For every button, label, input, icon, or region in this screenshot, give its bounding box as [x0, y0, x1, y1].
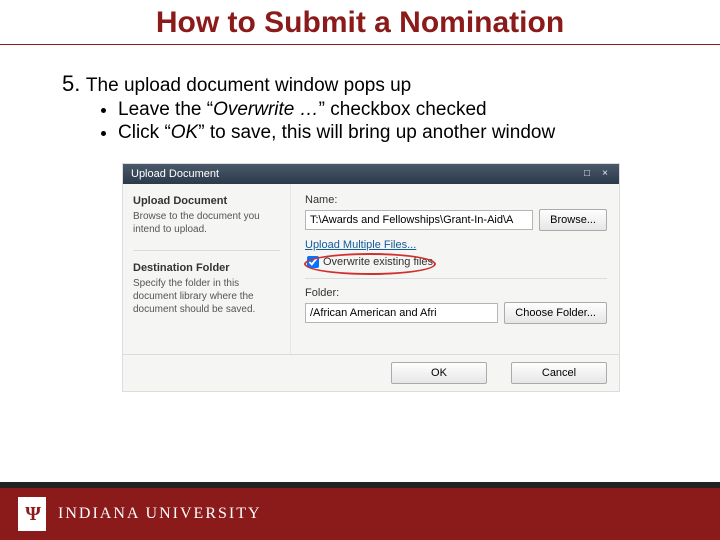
dialog-titlebar: Upload Document □ × [123, 164, 619, 184]
bullet-item: Click “OK” to save, this will bring up a… [118, 122, 680, 145]
folder-row: Choose Folder... [305, 302, 607, 324]
step-text: The upload document window pops up [86, 75, 411, 96]
upload-multiple-row: Upload Multiple Files... [305, 239, 607, 251]
name-row: Browse... [305, 209, 607, 231]
close-icon[interactable]: × [599, 168, 611, 179]
sidebar-heading: Destination Folder [133, 261, 280, 275]
dialog-main-pane: Name: Browse... Upload Multiple Files...… [291, 184, 619, 354]
step-line: 5. The upload document window pops up [62, 71, 680, 97]
sidebar-heading: Upload Document [133, 194, 280, 208]
overwrite-checkbox[interactable] [307, 256, 319, 268]
browse-button[interactable]: Browse... [539, 209, 607, 231]
folder-label: Folder: [305, 287, 607, 299]
dialog-sidebar: Upload Document Browse to the document y… [123, 184, 291, 354]
university-name: INDIANA UNIVERSITY [58, 505, 262, 523]
name-input[interactable] [305, 210, 533, 230]
upload-document-dialog: Upload Document □ × Upload Document Brow… [122, 163, 620, 392]
slide-title: How to Submit a Nomination [0, 0, 720, 44]
instruction-bullets: Leave the “Overwrite …” checkbox checked… [62, 99, 680, 145]
bullet-text: ” checkbox checked [319, 99, 487, 120]
cancel-button[interactable]: Cancel [511, 362, 607, 384]
slide-footer: Ψ INDIANA UNIVERSITY [0, 482, 720, 540]
choose-folder-button[interactable]: Choose Folder... [504, 302, 607, 324]
maximize-icon[interactable]: □ [581, 168, 593, 179]
dialog-body: Upload Document Browse to the document y… [123, 184, 619, 354]
overwrite-label: Overwrite existing files [323, 256, 433, 268]
folder-input[interactable] [305, 303, 498, 323]
ok-button[interactable]: OK [391, 362, 487, 384]
overwrite-row: Overwrite existing files [305, 256, 607, 268]
iu-logo-icon: Ψ [18, 497, 46, 531]
upload-multiple-link[interactable]: Upload Multiple Files... [305, 239, 416, 251]
footer-main: Ψ INDIANA UNIVERSITY [0, 488, 720, 540]
bullet-emphasis: OK [171, 122, 198, 143]
sidebar-separator [133, 250, 280, 251]
window-controls: □ × [581, 168, 611, 179]
sidebar-help-text: Browse to the document you intend to upl… [133, 210, 280, 236]
main-separator [305, 278, 607, 279]
bullet-text: ” to save, this will bring up another wi… [198, 122, 555, 143]
bullet-text: Click “ [118, 122, 171, 143]
step-number: 5. [62, 71, 80, 96]
dialog-title: Upload Document [131, 168, 219, 180]
sidebar-help-text: Specify the folder in this document libr… [133, 277, 280, 316]
bullet-item: Leave the “Overwrite …” checkbox checked [118, 99, 680, 122]
name-label: Name: [305, 194, 607, 206]
slide-content: 5. The upload document window pops up Le… [0, 45, 720, 392]
bullet-text: Leave the “ [118, 99, 213, 120]
dialog-button-bar: OK Cancel [123, 354, 619, 391]
bullet-emphasis: Overwrite … [213, 99, 319, 120]
